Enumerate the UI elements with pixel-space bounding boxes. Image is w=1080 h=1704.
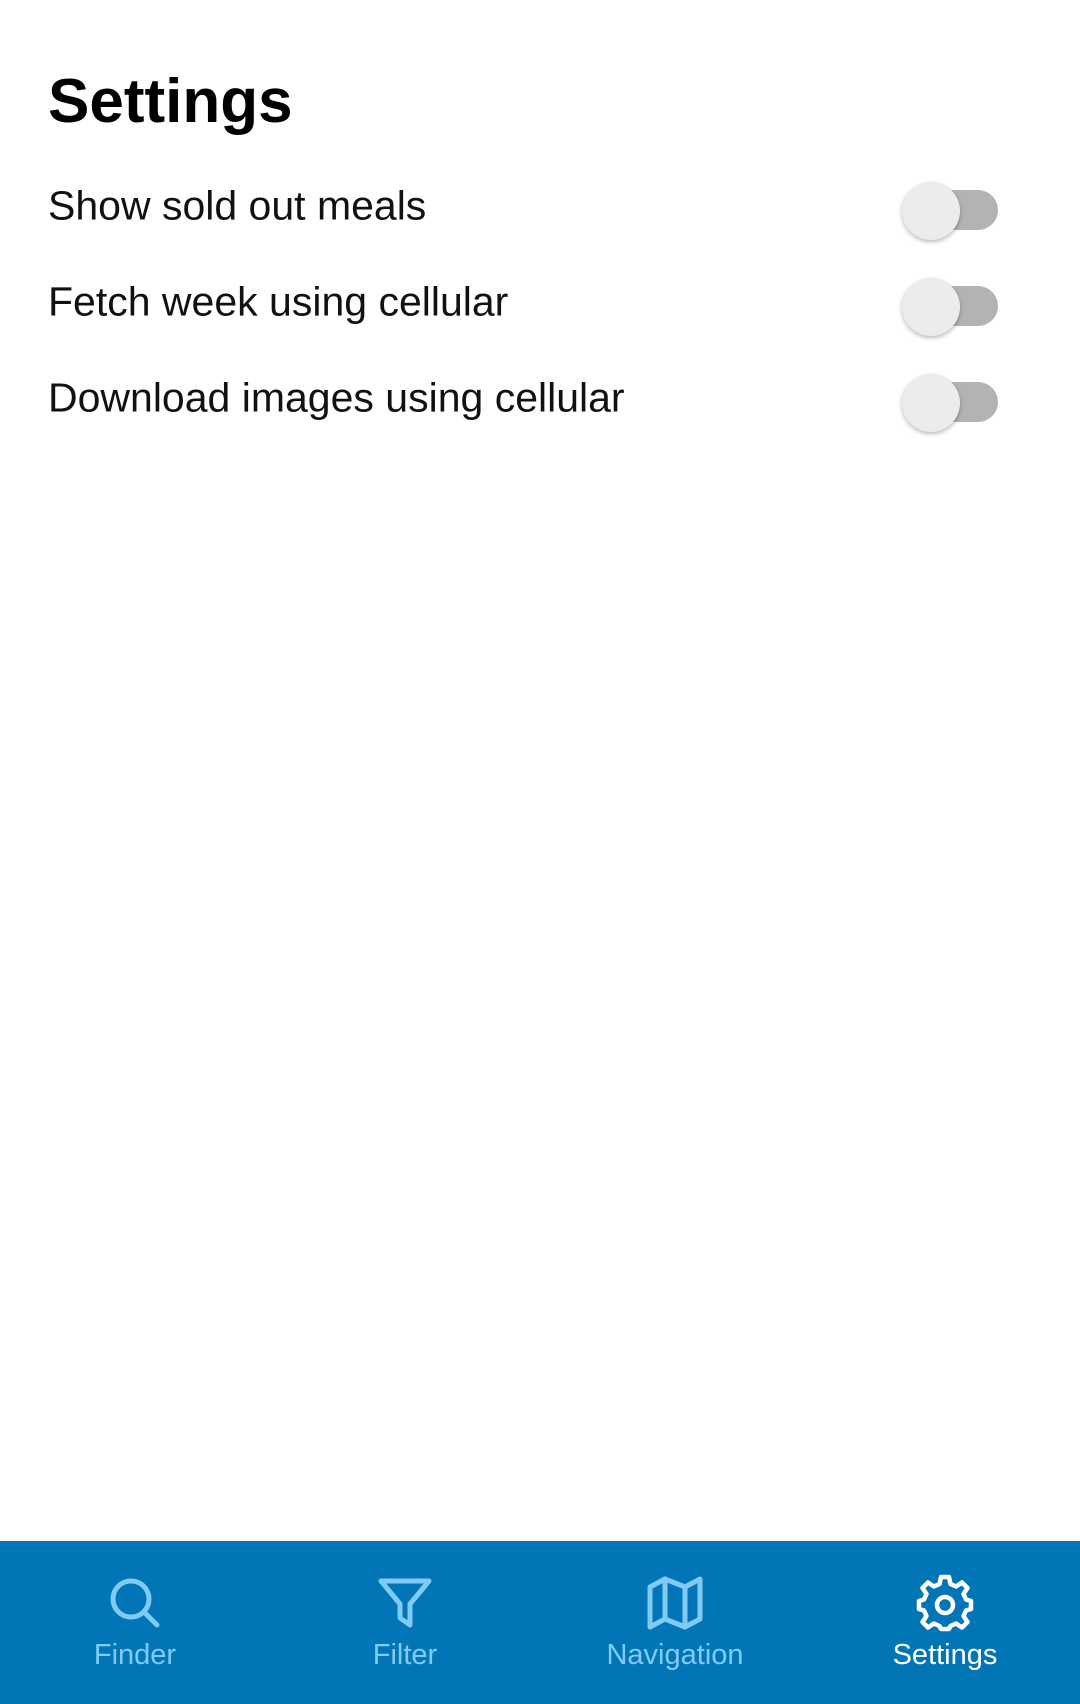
search-icon <box>105 1573 165 1633</box>
tab-filter[interactable]: Filter <box>270 1541 540 1704</box>
setting-label: Show sold out meals <box>48 182 427 229</box>
gear-icon <box>915 1573 975 1633</box>
setting-row-download-images-cellular: Download images using cellular <box>0 350 1080 446</box>
download-images-cellular-toggle[interactable] <box>902 367 998 432</box>
tab-navigation[interactable]: Navigation <box>540 1541 810 1704</box>
setting-label: Fetch week using cellular <box>48 278 509 325</box>
tab-label: Navigation <box>606 1639 744 1671</box>
setting-row-show-sold-out-meals: Show sold out meals <box>0 158 1080 254</box>
toggle-thumb <box>902 374 960 432</box>
settings-screen: Settings Show sold out meals Fetch week … <box>0 0 1080 1704</box>
tab-label: Filter <box>372 1639 438 1671</box>
setting-label: Download images using cellular <box>48 374 625 421</box>
page-title: Settings <box>48 67 293 136</box>
map-icon <box>645 1573 705 1633</box>
tab-settings[interactable]: Settings <box>810 1541 1080 1704</box>
settings-list: Show sold out meals Fetch week using cel… <box>0 158 1080 446</box>
filter-icon <box>375 1573 435 1633</box>
toggle-thumb <box>902 182 960 240</box>
toggle-thumb <box>902 278 960 336</box>
fetch-week-cellular-toggle[interactable] <box>902 271 998 336</box>
tab-label: Settings <box>892 1639 998 1671</box>
setting-row-fetch-week-cellular: Fetch week using cellular <box>0 254 1080 350</box>
show-sold-out-meals-toggle[interactable] <box>902 175 998 240</box>
tab-label: Finder <box>93 1639 177 1671</box>
tab-finder[interactable]: Finder <box>0 1541 270 1704</box>
bottom-tab-bar: Finder Filter Navigation Settings <box>0 1541 1080 1704</box>
